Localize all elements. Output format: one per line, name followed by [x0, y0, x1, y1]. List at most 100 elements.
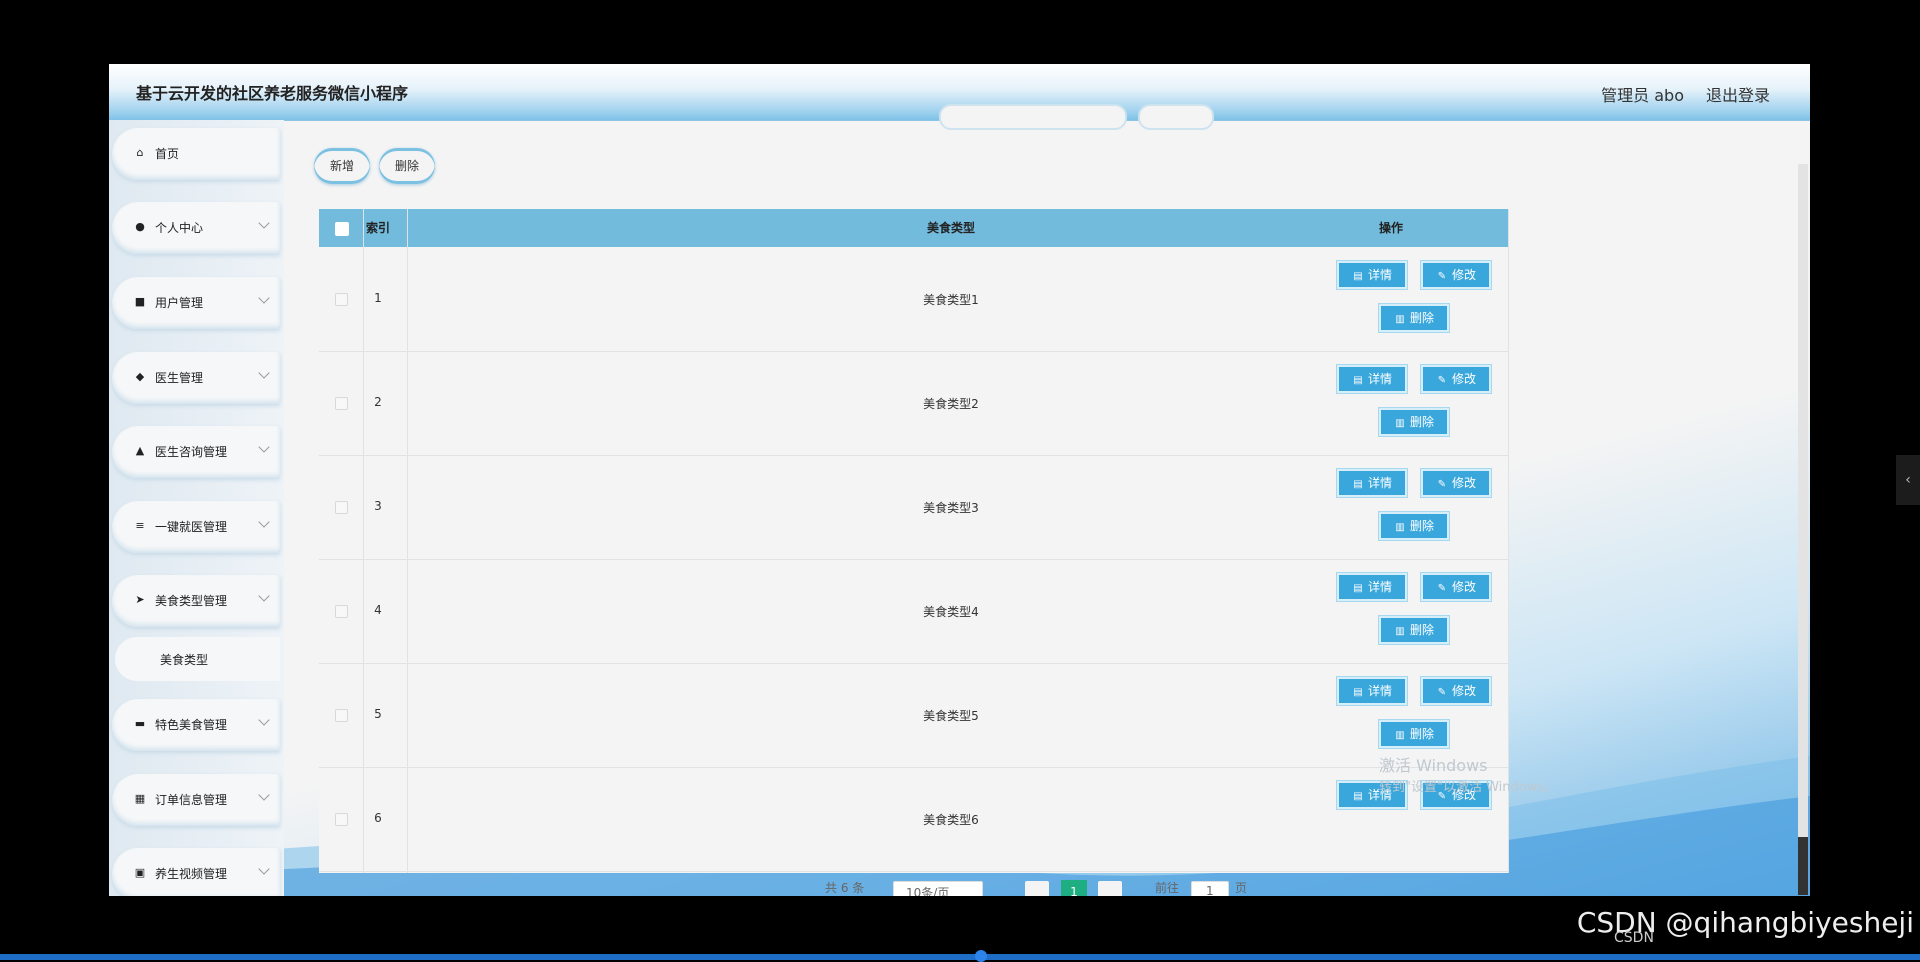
sidebar-item-label: 一键就医管理: [155, 520, 228, 534]
vertical-scrollbar[interactable]: [1798, 164, 1808, 869]
detail-label: 详情: [1367, 684, 1392, 698]
page-size-value: 10条/页: [906, 886, 950, 896]
csdn-small-label: CSDN: [1614, 930, 1654, 946]
sidebar-item-food-type-management[interactable]: ➤ 美食类型管理: [112, 575, 280, 627]
edit-button[interactable]: ✎ 修改: [1420, 364, 1492, 394]
pager-page-unit: 页: [1235, 881, 1248, 895]
clipboard-icon: ▣: [134, 866, 146, 879]
detail-button[interactable]: ▤ 详情: [1336, 676, 1408, 706]
sidebar-item-order-management[interactable]: ▦ 订单信息管理: [112, 774, 280, 826]
delete-label: 删除: [1409, 623, 1434, 637]
detail-button[interactable]: ▤ 详情: [1336, 260, 1408, 290]
row-checkbox[interactable]: [335, 293, 348, 306]
sidebar-item-label: 医生管理: [155, 371, 204, 385]
edit-icon: ✎: [1437, 687, 1447, 698]
row-index: 4: [374, 603, 382, 617]
sidebar-item-health-video-management[interactable]: ▣ 养生视频管理: [112, 848, 280, 896]
delete-label: 删除: [1409, 311, 1434, 325]
detail-label: 详情: [1367, 372, 1392, 386]
row-checkbox[interactable]: [335, 709, 348, 722]
chevron-down-icon: [258, 590, 270, 602]
sidebar-item-consult-management[interactable]: ▲ 医生咨询管理: [112, 426, 280, 478]
row-food-type: 美食类型4: [923, 605, 979, 619]
document-icon: ▤: [1353, 375, 1363, 386]
chevron-down-icon: [258, 789, 270, 801]
table-row: 6 美食类型6 ▤ 详情 ✎ 修改: [319, 767, 1508, 872]
edit-icon: ✎: [1437, 271, 1447, 282]
scrollbar-thumb[interactable]: [1798, 837, 1808, 895]
row-food-type: 美食类型6: [923, 813, 979, 827]
header-actions: 操作: [1378, 221, 1403, 235]
detail-label: 详情: [1367, 268, 1392, 282]
detail-button[interactable]: ▤ 详情: [1336, 468, 1408, 498]
app-title: 基于云开发的社区养老服务微信小程序: [136, 84, 409, 103]
sidebar-item-user-management[interactable]: ■ 用户管理: [112, 277, 280, 329]
edit-button[interactable]: ✎ 修改: [1420, 468, 1492, 498]
table-row: 2 美食类型2 ▤ 详情 ✎ 修改 ▥ 删除: [319, 351, 1508, 456]
page-size-select[interactable]: 10条/页: [893, 881, 983, 896]
sidebar-item-label: 订单信息管理: [155, 793, 228, 807]
delete-button[interactable]: ▥ 删除: [1378, 615, 1450, 645]
pager-total: 共 6 条: [825, 881, 865, 895]
video-progress-bar[interactable]: [0, 954, 1920, 960]
row-food-type: 美食类型5: [923, 709, 979, 723]
delete-button[interactable]: ▥ 删除: [1378, 407, 1450, 437]
sidebar-item-doctor-management[interactable]: ◆ 医生管理: [112, 352, 280, 404]
delete-label: 删除: [1409, 519, 1434, 533]
row-food-type: 美食类型3: [923, 501, 979, 515]
sidebar-item-special-food-management[interactable]: ▬ 特色美食管理: [112, 699, 280, 751]
sidebar-subitem-food-type[interactable]: 美食类型: [115, 637, 280, 681]
delete-button[interactable]: ▥ 删除: [1378, 303, 1450, 333]
edit-icon: ✎: [1437, 479, 1447, 490]
main-content: 新增 删除 索引 美食类型 操作 1 美食类型1 ▤ 详情 ✎ 修改 ▥ 删除 2 美食类型2 ▤ 详…: [284, 104, 1810, 896]
search-input[interactable]: [939, 104, 1127, 130]
delete-button[interactable]: ▥ 删除: [1378, 511, 1450, 541]
table-row: 1 美食类型1 ▤ 详情 ✎ 修改 ▥ 删除: [319, 247, 1508, 352]
trash-icon: ▥: [1395, 626, 1405, 637]
home-icon: ⌂: [136, 146, 144, 159]
logout-link[interactable]: 退出登录: [1706, 82, 1770, 106]
delete-label: 删除: [1409, 727, 1434, 741]
edit-icon: ✎: [1437, 375, 1447, 386]
windows-activation-title: 激活 Windows: [1379, 756, 1488, 775]
chevron-down-icon: [258, 516, 270, 528]
search-button[interactable]: [1138, 104, 1214, 130]
table-row: 4 美食类型4 ▤ 详情 ✎ 修改 ▥ 删除: [319, 559, 1508, 664]
consult-icon: ▲: [135, 444, 145, 457]
batch-delete-button[interactable]: 删除: [379, 148, 435, 184]
add-button[interactable]: 新增: [314, 148, 370, 184]
select-all-checkbox[interactable]: [335, 222, 349, 236]
sidebar-item-label: 用户管理: [155, 296, 204, 310]
sidebar-item-personal-center[interactable]: ● 个人中心: [112, 202, 280, 254]
page-1-button[interactable]: 1: [1061, 880, 1087, 896]
sidebar-item-label: 首页: [155, 147, 180, 161]
prev-page-button[interactable]: [1025, 881, 1049, 896]
sidebar-item-home[interactable]: ⌂ 首页: [112, 128, 280, 180]
doctor-icon: ◆: [135, 370, 145, 383]
row-checkbox[interactable]: [335, 813, 348, 826]
chevron-down-icon: [258, 367, 270, 379]
edit-button[interactable]: ✎ 修改: [1420, 572, 1492, 602]
sidebar-item-label: 美食类型管理: [155, 594, 228, 608]
chevron-left-icon: ‹: [1905, 472, 1911, 488]
next-page-button[interactable]: [1098, 881, 1122, 896]
side-collapse-button[interactable]: ‹: [1896, 455, 1920, 505]
detail-button[interactable]: ▤ 详情: [1336, 364, 1408, 394]
delete-button[interactable]: ▥ 删除: [1378, 719, 1450, 749]
delete-label: 删除: [1409, 415, 1434, 429]
sidebar-item-label: 特色美食管理: [155, 718, 228, 732]
row-checkbox[interactable]: [335, 605, 348, 618]
row-index: 3: [374, 499, 382, 513]
goto-page-input[interactable]: 1: [1191, 881, 1229, 896]
edit-button[interactable]: ✎ 修改: [1420, 260, 1492, 290]
document-icon: ▤: [1353, 271, 1363, 282]
video-progress-knob[interactable]: [975, 950, 987, 962]
goto-page-value: 1: [1206, 884, 1214, 896]
row-index: 5: [374, 707, 382, 721]
row-checkbox[interactable]: [335, 501, 348, 514]
edit-button[interactable]: ✎ 修改: [1420, 676, 1492, 706]
row-checkbox[interactable]: [335, 397, 348, 410]
detail-button[interactable]: ▤ 详情: [1336, 572, 1408, 602]
message-icon: ▬: [134, 717, 146, 730]
sidebar-item-medical-management[interactable]: ≡ 一键就医管理: [112, 501, 280, 553]
